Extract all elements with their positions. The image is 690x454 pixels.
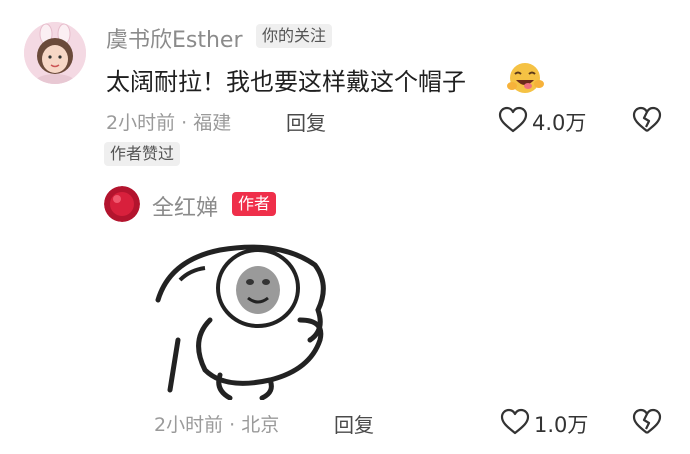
grinning-tongue-emoji-icon xyxy=(506,60,546,96)
broken-heart-icon xyxy=(632,408,662,441)
like-count: 4.0万 xyxy=(532,111,587,135)
author-tag: 作者 xyxy=(232,192,277,216)
dislike-button[interactable] xyxy=(632,105,662,139)
sticker-image xyxy=(155,244,326,401)
heart-outline-icon xyxy=(500,407,530,441)
reply-username[interactable]: 全红婵 xyxy=(152,190,218,222)
avatar-image xyxy=(104,186,140,222)
panda-man-meme-sticker[interactable] xyxy=(150,240,336,401)
author-liked-tag: 作者赞过 xyxy=(104,142,181,166)
like-count-2: 1.0万 xyxy=(534,413,589,437)
comment-text: 太阔耐拉！我也要这样戴这个帽子 xyxy=(106,62,466,97)
reply-button[interactable]: 回复 xyxy=(286,107,326,136)
comment-meta: 2小时前 · 福建 xyxy=(106,108,231,135)
follow-tag: 你的关注 xyxy=(256,24,333,48)
meta-separator: · xyxy=(229,414,242,436)
broken-heart-icon xyxy=(632,106,662,139)
reply-location: 北京 xyxy=(241,414,280,436)
reply-meta: 2小时前 · 北京 xyxy=(154,410,279,437)
avatar-esther[interactable] xyxy=(24,22,86,84)
avatar-quanhongchan[interactable] xyxy=(104,186,140,222)
reply-time: 2小时前 xyxy=(154,414,224,436)
comment-time: 2小时前 xyxy=(106,112,176,134)
avatar-image xyxy=(24,22,86,84)
dislike-button-2[interactable] xyxy=(632,407,662,441)
comment-text-content: 太阔耐拉！我也要这样戴这个帽子 xyxy=(106,68,466,96)
heart-outline-icon xyxy=(498,105,528,139)
comment-username[interactable]: 虞书欣Esther xyxy=(106,22,243,54)
comment-location: 福建 xyxy=(193,112,232,134)
reply-button-2[interactable]: 回复 xyxy=(334,409,374,438)
meta-separator: · xyxy=(181,112,194,134)
